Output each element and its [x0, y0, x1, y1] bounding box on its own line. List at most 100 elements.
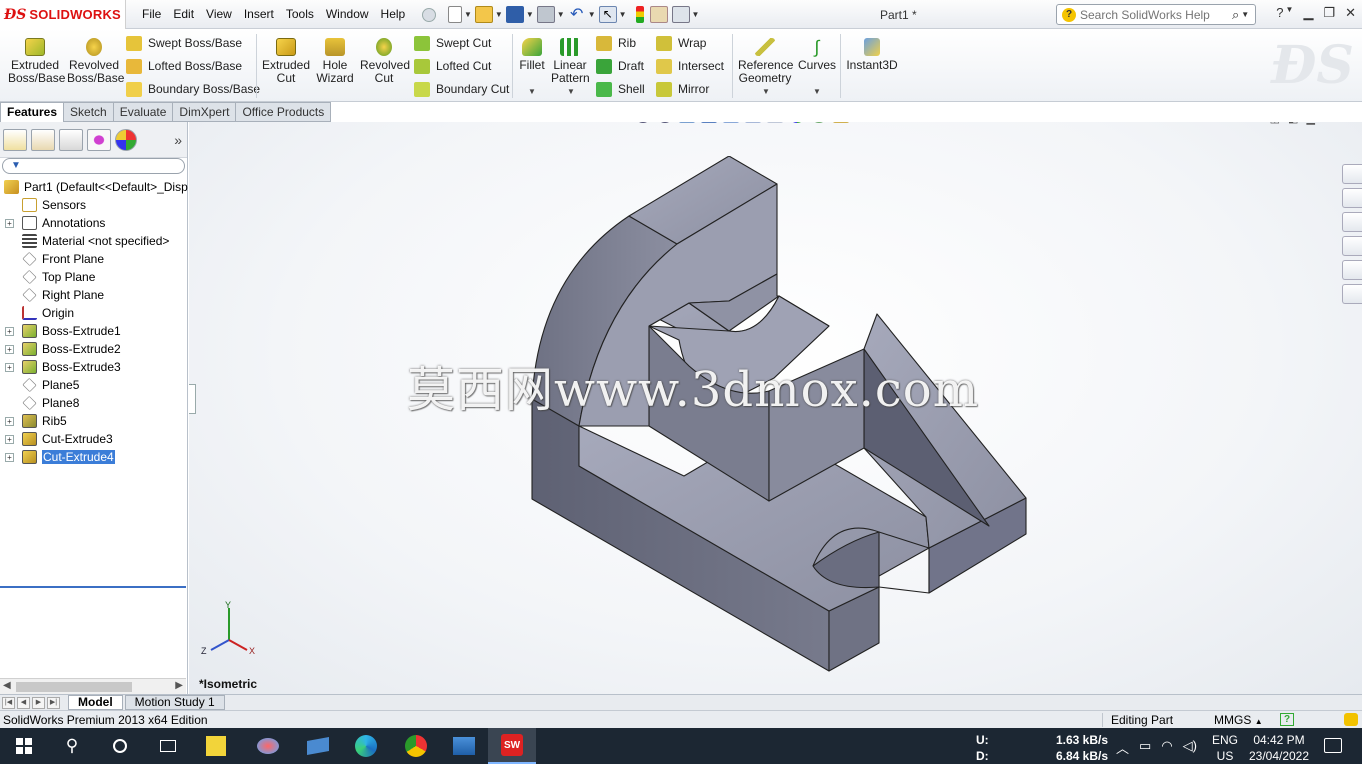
extruded-cut-button[interactable]: Extruded Cut [262, 38, 310, 85]
tree-item[interactable]: + Cut-Extrude3 [0, 430, 187, 448]
instant3d-button[interactable]: Instant3D [846, 38, 898, 72]
view-orientation-icon[interactable] [723, 122, 739, 123]
viewport-minimize-icon[interactable]: ▁ [1306, 122, 1314, 125]
scrollbar-thumb[interactable] [16, 682, 132, 692]
tree-item[interactable]: + Boss-Extrude3 [0, 358, 187, 376]
volume-icon[interactable]: ◁) [1183, 738, 1197, 757]
task-view-icon[interactable] [144, 728, 192, 764]
expand-toggle-icon[interactable]: + [5, 344, 14, 354]
edge-browser-icon[interactable] [342, 728, 390, 764]
desktop-app-icon[interactable] [294, 728, 342, 764]
tree-item[interactable]: + Rib5 [0, 412, 187, 430]
tree-item[interactable]: Right Plane [0, 286, 187, 304]
next-tab-icon[interactable]: ▶ [32, 696, 45, 709]
search-dropdown-icon[interactable]: ▼ [1241, 10, 1249, 19]
curves-button[interactable]: ∫ Curves [798, 38, 836, 72]
pin-menu-icon[interactable] [422, 4, 436, 25]
battery-icon[interactable]: ▭ [1139, 738, 1151, 757]
revolved-boss-button[interactable]: Revolved Boss/Base [67, 38, 124, 85]
dimxpertmanager-tab-icon[interactable] [87, 128, 111, 151]
intersect-button[interactable]: Intersect [656, 57, 724, 75]
menu-help[interactable]: Help [375, 7, 412, 21]
scroll-right-icon[interactable]: ▶ [175, 680, 183, 691]
help-dropdown-icon[interactable]: ▼ [1286, 5, 1294, 21]
clock[interactable]: 04:42 PM 23/04/2022 [1244, 732, 1314, 764]
curves-dropdown-icon[interactable]: ▼ [813, 87, 821, 96]
edit-appearance-icon[interactable] [789, 122, 805, 123]
solidworks-resources-tab-icon[interactable] [1342, 164, 1362, 184]
tree-item[interactable]: + Boss-Extrude2 [0, 340, 187, 358]
expand-toggle-icon[interactable]: + [5, 326, 14, 336]
rebuild-traffic-light-icon[interactable] [635, 6, 644, 23]
previous-view-icon[interactable] [679, 122, 695, 123]
swept-cut-button[interactable]: Swept Cut [414, 34, 491, 52]
menu-window[interactable]: Window [320, 7, 375, 21]
show-hidden-icons-icon[interactable]: ︿ [1116, 738, 1129, 757]
language-indicator[interactable]: ENG US [1212, 732, 1238, 764]
lofted-cut-button[interactable]: Lofted Cut [414, 57, 491, 75]
sticky-notes-icon[interactable] [192, 728, 240, 764]
graphics-area[interactable]: 莫西网www.3dmox.com ◫ ◧ ▁ ❐ ✕ Y Z X *Isomet… [189, 122, 1362, 694]
new-document-icon[interactable] [448, 6, 462, 23]
tree-item[interactable]: + Boss-Extrude1 [0, 322, 187, 340]
menu-tools[interactable]: Tools [280, 7, 320, 21]
tree-item[interactable]: Front Plane [0, 250, 187, 268]
rib-button[interactable]: Rib [596, 34, 636, 52]
fillet-dropdown-icon[interactable]: ▼ [528, 87, 536, 96]
revolved-cut-button[interactable]: Revolved Cut [360, 38, 410, 85]
expand-toggle-icon[interactable]: + [5, 452, 14, 462]
hole-wizard-button[interactable]: Hole Wizard [314, 38, 356, 85]
minimize-icon[interactable]: ▁ [1303, 5, 1313, 21]
shell-button[interactable]: Shell [596, 80, 645, 98]
undo-icon[interactable]: ↶ [568, 6, 586, 23]
solidworks-taskbar-icon[interactable]: SW [488, 728, 536, 764]
apply-scene-icon[interactable] [811, 122, 827, 123]
view-palette-tab-icon[interactable] [1342, 236, 1362, 256]
menu-view[interactable]: View [200, 7, 238, 21]
hide-show-items-icon[interactable] [767, 122, 783, 123]
tree-item[interactable]: Material <not specified> [0, 232, 187, 250]
search-input[interactable] [1080, 7, 1230, 22]
expand-toggle-icon[interactable]: + [5, 434, 14, 444]
tab-motion-study-1[interactable]: Motion Study 1 [124, 695, 225, 710]
prev-tab-icon[interactable]: ◀ [17, 696, 30, 709]
menu-insert[interactable]: Insert [238, 7, 280, 21]
wrap-button[interactable]: Wrap [656, 34, 706, 52]
view-settings-icon[interactable] [833, 122, 849, 123]
lofted-boss-button[interactable]: Lofted Boss/Base [126, 57, 242, 75]
help-status-icon[interactable]: ? [1280, 713, 1294, 726]
menu-file[interactable]: File [136, 7, 167, 21]
tab-dimxpert[interactable]: DimXpert [173, 102, 237, 122]
custom-properties-tab-icon[interactable] [1342, 284, 1362, 304]
tree-item[interactable]: Plane5 [0, 376, 187, 394]
expand-toggle-icon[interactable]: + [5, 416, 14, 426]
chrome-browser-icon[interactable] [392, 728, 440, 764]
unit-system-selector[interactable]: MMGS ▲ [1214, 713, 1263, 727]
tree-horizontal-scrollbar[interactable]: ◀ ▶ [0, 678, 186, 694]
tree-root-part[interactable]: Part1 (Default<<Default>_Disp [0, 178, 188, 196]
section-view-icon[interactable] [701, 122, 717, 123]
tree-item[interactable]: Top Plane [0, 268, 187, 286]
swept-boss-button[interactable]: Swept Boss/Base [126, 34, 242, 52]
linear-pattern-button[interactable]: Linear Pattern [551, 38, 590, 85]
rebuild-status-icon[interactable] [1344, 713, 1358, 726]
menu-edit[interactable]: Edit [167, 7, 200, 21]
expand-toggle-icon[interactable]: + [5, 362, 14, 372]
select-pointer-icon[interactable]: ↖ [598, 6, 617, 23]
boundary-boss-button[interactable]: Boundary Boss/Base [126, 80, 260, 98]
zoom-to-area-icon[interactable] [657, 122, 673, 123]
reference-geometry-dropdown-icon[interactable]: ▼ [762, 87, 770, 96]
propertymanager-tab-icon[interactable] [31, 128, 55, 151]
tab-model[interactable]: Model [68, 695, 123, 710]
configurationmanager-tab-icon[interactable] [59, 128, 83, 151]
close-icon[interactable]: ✕ [1345, 5, 1356, 21]
first-tab-icon[interactable]: |◀ [2, 696, 15, 709]
scroll-left-icon[interactable]: ◀ [3, 680, 11, 691]
viewport-toggle-icon[interactable]: ◫ [1270, 122, 1280, 125]
expand-toggle-icon[interactable]: + [5, 218, 14, 228]
design-library-tab-icon[interactable] [1342, 188, 1362, 208]
file-properties-icon[interactable] [649, 6, 668, 23]
tree-item[interactable]: + Annotations [0, 214, 187, 232]
display-style-icon[interactable] [745, 122, 761, 123]
zoom-to-fit-icon[interactable] [635, 122, 651, 123]
